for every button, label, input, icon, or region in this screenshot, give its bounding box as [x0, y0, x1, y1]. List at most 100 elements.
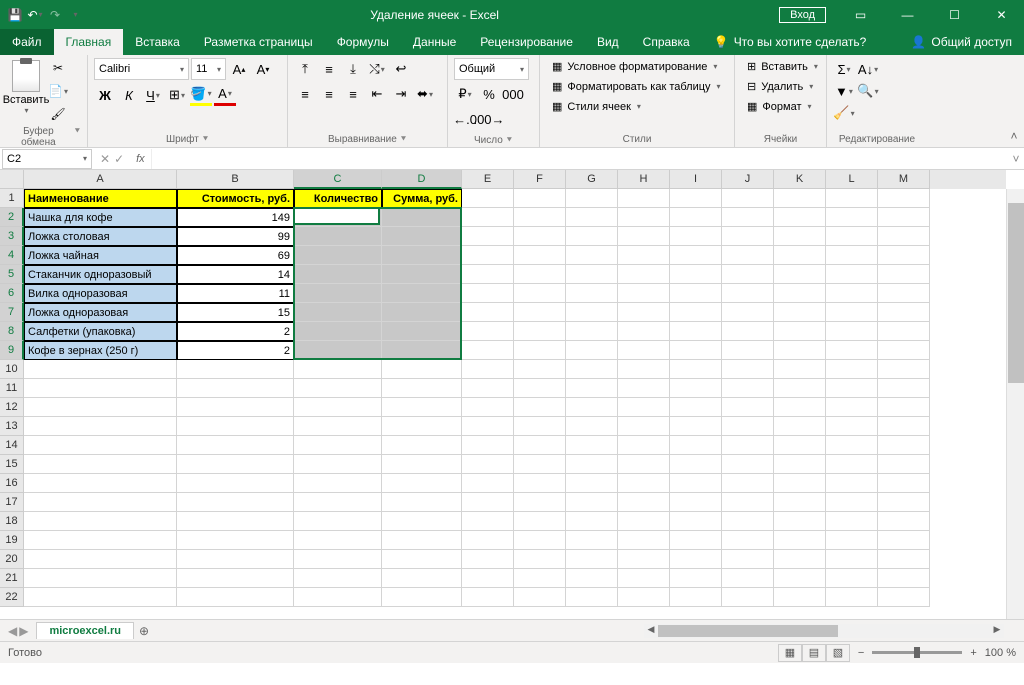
close-button[interactable]: ✕	[979, 0, 1024, 29]
cell[interactable]	[382, 303, 462, 322]
cell[interactable]	[722, 588, 774, 607]
cell[interactable]	[826, 436, 878, 455]
col-header-J[interactable]: J	[722, 170, 774, 189]
cell[interactable]	[670, 341, 722, 360]
cell[interactable]	[878, 493, 930, 512]
cell[interactable]	[462, 569, 514, 588]
tab-layout[interactable]: Разметка страницы	[192, 29, 325, 55]
cell[interactable]	[566, 246, 618, 265]
cell[interactable]	[618, 322, 670, 341]
currency-button[interactable]: ₽▾	[454, 83, 476, 105]
cell[interactable]	[566, 189, 618, 208]
decrease-decimal-button[interactable]: .00→	[478, 108, 500, 130]
cell[interactable]	[878, 341, 930, 360]
cell[interactable]	[462, 512, 514, 531]
cell[interactable]	[294, 455, 382, 474]
cell[interactable]	[826, 531, 878, 550]
cell[interactable]	[618, 493, 670, 512]
cell[interactable]	[566, 512, 618, 531]
maximize-button[interactable]: ☐	[932, 0, 977, 29]
cell[interactable]: 11	[177, 284, 294, 303]
cell[interactable]	[382, 360, 462, 379]
cell[interactable]	[514, 512, 566, 531]
cell[interactable]	[382, 246, 462, 265]
cell[interactable]	[294, 227, 382, 246]
cell[interactable]	[177, 569, 294, 588]
cell[interactable]	[722, 455, 774, 474]
col-header-L[interactable]: L	[826, 170, 878, 189]
cell[interactable]	[514, 474, 566, 493]
cell[interactable]	[177, 455, 294, 474]
cell[interactable]	[514, 379, 566, 398]
cell[interactable]	[24, 531, 177, 550]
cell[interactable]	[294, 550, 382, 569]
alignment-launcher-icon[interactable]: ⯆	[400, 134, 407, 145]
cell[interactable]	[294, 569, 382, 588]
cell[interactable]	[826, 455, 878, 474]
cell[interactable]	[618, 417, 670, 436]
cell[interactable]	[670, 550, 722, 569]
cell[interactable]	[177, 512, 294, 531]
col-header-C[interactable]: C	[294, 170, 382, 189]
cell[interactable]	[24, 588, 177, 607]
cell-styles-button[interactable]: ▦Стили ячеек▾	[546, 98, 727, 115]
cell[interactable]	[514, 493, 566, 512]
cell[interactable]: 69	[177, 246, 294, 265]
cell[interactable]	[462, 379, 514, 398]
cell[interactable]	[177, 417, 294, 436]
horizontal-scrollbar[interactable]: ◀ ▶	[644, 624, 1004, 638]
tab-view[interactable]: Вид	[585, 29, 631, 55]
cell[interactable]	[566, 322, 618, 341]
cell[interactable]	[514, 208, 566, 227]
cell[interactable]	[382, 436, 462, 455]
cell[interactable]	[670, 417, 722, 436]
cell[interactable]	[566, 531, 618, 550]
cell[interactable]	[566, 360, 618, 379]
cell[interactable]	[774, 512, 826, 531]
cell[interactable]	[382, 569, 462, 588]
vertical-scroll-thumb[interactable]	[1008, 203, 1024, 383]
cell[interactable]	[294, 284, 382, 303]
number-format-select[interactable]: Общий▾	[454, 58, 529, 80]
cell[interactable]	[826, 379, 878, 398]
cell[interactable]	[878, 398, 930, 417]
row-header-15[interactable]: 15	[0, 455, 24, 474]
font-size-select[interactable]: 11▾	[191, 58, 226, 80]
login-button[interactable]: Вход	[779, 7, 826, 23]
cell[interactable]	[670, 379, 722, 398]
cell[interactable]	[294, 531, 382, 550]
cell[interactable]	[670, 588, 722, 607]
cell[interactable]: Кофе в зернах (250 г)	[24, 341, 177, 360]
cell[interactable]	[878, 208, 930, 227]
cell[interactable]	[514, 588, 566, 607]
cell[interactable]	[294, 474, 382, 493]
col-header-K[interactable]: K	[774, 170, 826, 189]
cell[interactable]	[514, 360, 566, 379]
expand-formula-icon[interactable]: ˅	[1008, 152, 1024, 166]
cell[interactable]	[462, 436, 514, 455]
cell[interactable]	[670, 436, 722, 455]
cell[interactable]	[566, 436, 618, 455]
share-button[interactable]: 👤 Общий доступ	[899, 35, 1024, 49]
qat-customize-icon[interactable]: ▾	[68, 8, 82, 22]
col-header-A[interactable]: A	[24, 170, 177, 189]
number-launcher-icon[interactable]: ⯆	[506, 135, 513, 146]
cell-grid[interactable]: НаименованиеСтоимость, руб.КоличествоСум…	[24, 189, 930, 607]
cell[interactable]	[826, 208, 878, 227]
bold-button[interactable]: Ж	[94, 84, 116, 106]
indent-decrease-button[interactable]: ⇤	[366, 83, 388, 105]
fx-icon[interactable]: fx	[136, 153, 145, 165]
cell[interactable]	[670, 569, 722, 588]
col-header-M[interactable]: M	[878, 170, 930, 189]
cell[interactable]	[878, 322, 930, 341]
sort-az-button[interactable]: A↓▾	[857, 58, 879, 80]
cell[interactable]	[462, 227, 514, 246]
cell[interactable]	[294, 512, 382, 531]
cell[interactable]	[722, 569, 774, 588]
row-header-11[interactable]: 11	[0, 379, 24, 398]
cell[interactable]	[24, 398, 177, 417]
cell[interactable]	[878, 512, 930, 531]
cell[interactable]	[618, 246, 670, 265]
zoom-thumb[interactable]	[914, 647, 920, 658]
cell[interactable]	[774, 227, 826, 246]
